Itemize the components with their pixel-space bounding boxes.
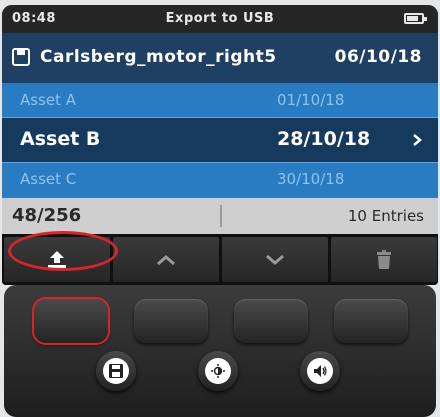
arrow-down-icon <box>266 254 284 265</box>
softkey-2-button[interactable] <box>134 299 208 343</box>
count-bar: 48/256 10 Entries <box>2 198 438 234</box>
status-bar: 08:48 Export to USB <box>2 5 438 33</box>
divider <box>220 205 222 227</box>
screen-title: Export to USB <box>165 11 275 26</box>
volume-icon <box>314 365 327 377</box>
file-header: Carlsberg_motor_right5 06/10/18 <box>2 33 438 83</box>
save-icon <box>109 364 123 378</box>
volume-button[interactable] <box>300 351 340 391</box>
softkey-3-button[interactable] <box>234 299 308 343</box>
asset-list: Asset A 01/10/18 Asset B 28/10/18 Asset … <box>2 83 438 198</box>
softkey-1-button[interactable] <box>34 299 108 343</box>
list-item-selected[interactable]: Asset B 28/10/18 <box>2 118 438 162</box>
battery-icon <box>404 13 427 24</box>
brightness-button[interactable] <box>198 351 238 391</box>
delete-button[interactable] <box>331 237 437 282</box>
asset-date: 01/10/18 <box>277 91 345 109</box>
asset-name: Asset A <box>20 91 77 109</box>
asset-date: 28/10/18 <box>277 128 371 150</box>
asset-date: 30/10/18 <box>277 170 345 188</box>
scroll-up-button[interactable] <box>113 237 219 282</box>
save-button[interactable] <box>96 351 136 391</box>
save-file-icon <box>12 48 30 66</box>
asset-name: Asset B <box>20 128 101 150</box>
asset-name: Asset C <box>20 170 77 188</box>
list-item[interactable]: Asset A 01/10/18 <box>2 83 438 117</box>
softkey-4-button[interactable] <box>334 299 408 343</box>
arrow-up-icon <box>157 254 175 265</box>
brightness-icon <box>211 364 225 378</box>
annotation-circle <box>8 231 118 271</box>
entry-counter: 48/256 <box>12 205 82 226</box>
chevron-right-icon <box>413 134 422 146</box>
file-date: 06/10/18 <box>334 47 422 67</box>
hardware-keypad <box>4 285 436 417</box>
list-item[interactable]: Asset C 30/10/18 <box>2 163 438 198</box>
entries-label: 10 Entries <box>347 207 424 225</box>
trash-icon <box>377 249 391 269</box>
scroll-down-button[interactable] <box>222 237 328 282</box>
file-name: Carlsberg_motor_right5 <box>40 47 277 67</box>
